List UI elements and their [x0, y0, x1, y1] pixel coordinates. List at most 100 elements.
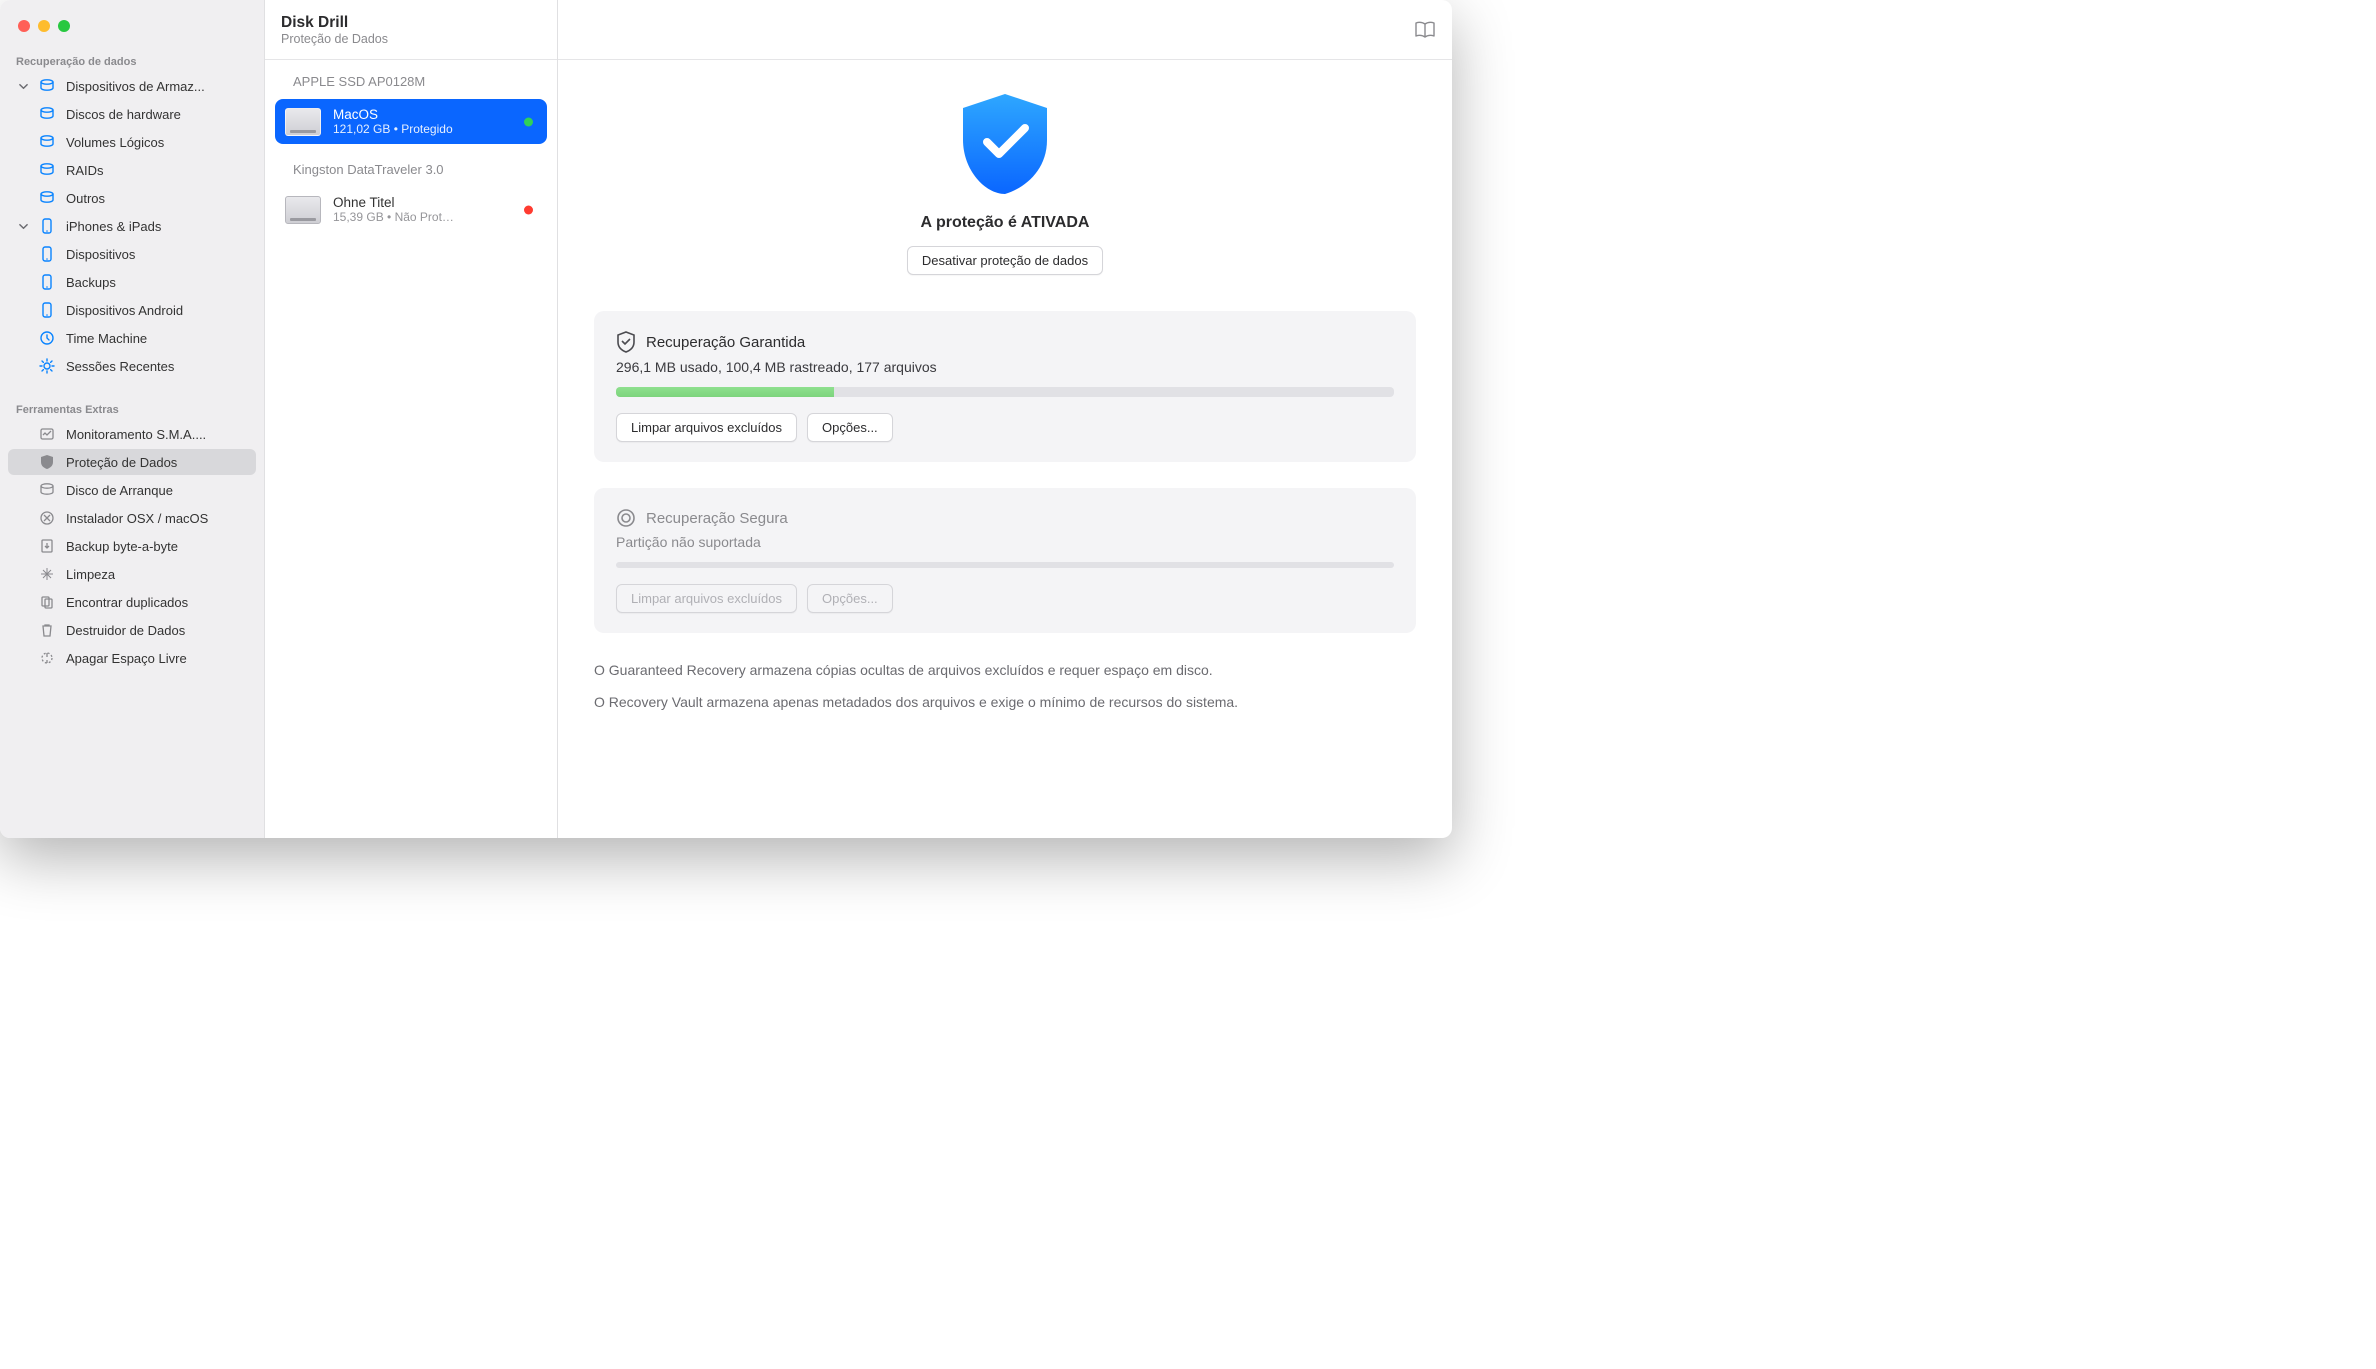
main-panel: A proteção é ATIVADA Desativar proteção … [558, 0, 1452, 838]
sidebar-item-label: Dispositivos [66, 247, 135, 262]
partition-group-label: Kingston DataTraveler 3.0 [265, 148, 557, 183]
sidebar-item-label: Instalador OSX / macOS [66, 511, 208, 526]
partition-group-label: APPLE SSD AP0128M [265, 60, 557, 95]
card-title: Recuperação Segura [646, 510, 788, 527]
drive-icon [285, 108, 321, 136]
status-dot-unprotected [524, 205, 533, 214]
sidebar-item-recent-sessions[interactable]: Sessões Recentes [8, 353, 256, 379]
partition-name: Ohne Titel [333, 195, 454, 210]
sidebar-item-label: Discos de hardware [66, 107, 181, 122]
phone-icon [38, 218, 56, 234]
sidebar-item-label: Apagar Espaço Livre [66, 651, 187, 666]
sidebar-item-iphones-ipads[interactable]: iPhones & iPads [8, 213, 256, 239]
protection-status-title: A proteção é ATIVADA [921, 214, 1090, 232]
sidebar-item-label: Limpeza [66, 567, 115, 582]
status-dot-protected [524, 117, 533, 126]
card-title: Recuperação Garantida [646, 334, 805, 351]
disk-icon [38, 482, 56, 498]
secure-recovery-card: Recuperação Segura Partição não suportad… [594, 488, 1416, 633]
sidebar-item-label: Proteção de Dados [66, 455, 177, 470]
backup-icon [38, 538, 56, 554]
sidebar-item-data-destroyer[interactable]: Destruidor de Dados [8, 617, 256, 643]
chevron-down-icon [18, 222, 28, 231]
sidebar-item-label: Destruidor de Dados [66, 623, 185, 638]
sidebar-item-label: Encontrar duplicados [66, 595, 188, 610]
phone-icon [38, 302, 56, 318]
sidebar-item-label: Backup byte-a-byte [66, 539, 178, 554]
sidebar-item-label: iPhones & iPads [66, 219, 161, 234]
duplicate-icon [38, 594, 56, 610]
sidebar-item-others[interactable]: Outros [8, 185, 256, 211]
page-title: Disk Drill [281, 14, 388, 32]
phone-icon [38, 246, 56, 262]
options-button: Opções... [807, 584, 893, 613]
deactivate-protection-button[interactable]: Desativar proteção de dados [907, 246, 1103, 275]
header-bar-right [558, 0, 1452, 60]
partition-item-macos[interactable]: MacOS 121,02 GB • Protegido [275, 99, 547, 144]
disk-icon [38, 190, 56, 206]
shield-checkmark-icon [955, 90, 1055, 200]
sidebar-item-label: Dispositivos Android [66, 303, 183, 318]
options-button[interactable]: Opções... [807, 413, 893, 442]
sidebar-item-label: Outros [66, 191, 105, 206]
install-icon [38, 510, 56, 526]
gear-icon [38, 358, 56, 374]
card-subtext: 296,1 MB usado, 100,4 MB rastreado, 177 … [616, 359, 1394, 375]
clock-icon [38, 330, 56, 346]
disk-icon [38, 134, 56, 150]
sidebar-item-label: Backups [66, 275, 116, 290]
sidebar-item-find-duplicates[interactable]: Encontrar duplicados [8, 589, 256, 615]
sidebar-item-label: Volumes Lógicos [66, 135, 164, 150]
sidebar-item-boot-disk[interactable]: Disco de Arranque [8, 477, 256, 503]
sidebar-item-label: Dispositivos de Armaz... [66, 79, 205, 94]
disk-icon [38, 78, 56, 94]
sidebar-item-label: Time Machine [66, 331, 147, 346]
window-close-button[interactable] [18, 20, 30, 32]
sidebar-item-label: Disco de Arranque [66, 483, 173, 498]
sidebar-item-cleanup[interactable]: Limpeza [8, 561, 256, 587]
window-minimize-button[interactable] [38, 20, 50, 32]
partition-subtext: 121,02 GB • Protegido [333, 122, 453, 136]
sidebar-item-label: RAIDs [66, 163, 104, 178]
sidebar-item-hardware-disks[interactable]: Discos de hardware [8, 101, 256, 127]
sidebar-item-label: Sessões Recentes [66, 359, 174, 374]
sidebar-section-data-recovery: Recuperação de dados [0, 50, 264, 72]
sidebar-item-ios-devices[interactable]: Dispositivos [8, 241, 256, 267]
progress-fill [616, 387, 834, 397]
sidebar-item-byte-backup[interactable]: Backup byte-a-byte [8, 533, 256, 559]
sidebar-section-extra-tools: Ferramentas Extras [0, 398, 264, 420]
clear-excluded-button[interactable]: Limpar arquivos excluídos [616, 413, 797, 442]
sidebar-item-storage-devices[interactable]: Dispositivos de Armaz... [8, 73, 256, 99]
sidebar-item-smart[interactable]: Monitoramento S.M.A.... [8, 421, 256, 447]
page-subtitle: Proteção de Dados [281, 32, 388, 46]
shield-icon [38, 454, 56, 470]
footnote-vault: O Recovery Vault armazena apenas metadad… [594, 691, 1416, 713]
drive-icon [285, 196, 321, 224]
card-subtext: Partição não suportada [616, 534, 1394, 550]
sidebar-item-ios-backups[interactable]: Backups [8, 269, 256, 295]
chevron-down-icon [18, 82, 28, 91]
progress-bar [616, 562, 1394, 568]
window-maximize-button[interactable] [58, 20, 70, 32]
partition-list: Disk Drill Proteção de Dados APPLE SSD A… [264, 0, 558, 838]
trash-icon [38, 622, 56, 638]
sidebar-item-time-machine[interactable]: Time Machine [8, 325, 256, 351]
help-book-icon[interactable] [1414, 20, 1436, 40]
sidebar-item-data-protection[interactable]: Proteção de Dados [8, 449, 256, 475]
traffic-lights [0, 10, 264, 50]
sidebar-item-logical-volumes[interactable]: Volumes Lógicos [8, 129, 256, 155]
clear-excluded-button: Limpar arquivos excluídos [616, 584, 797, 613]
disk-icon [38, 162, 56, 178]
hero: A proteção é ATIVADA Desativar proteção … [594, 90, 1416, 275]
sidebar-item-raids[interactable]: RAIDs [8, 157, 256, 183]
smart-icon [38, 426, 56, 442]
disk-icon [38, 106, 56, 122]
sidebar-item-erase-free[interactable]: Apagar Espaço Livre [8, 645, 256, 671]
header-bar: Disk Drill Proteção de Dados [265, 0, 557, 60]
sidebar-item-installer[interactable]: Instalador OSX / macOS [8, 505, 256, 531]
shield-outline-icon [616, 331, 636, 353]
sparkle-icon [38, 566, 56, 582]
sidebar-item-android[interactable]: Dispositivos Android [8, 297, 256, 323]
partition-item-ohne-titel[interactable]: Ohne Titel 15,39 GB • Não Prot… [275, 187, 547, 232]
partition-name: MacOS [333, 107, 453, 122]
